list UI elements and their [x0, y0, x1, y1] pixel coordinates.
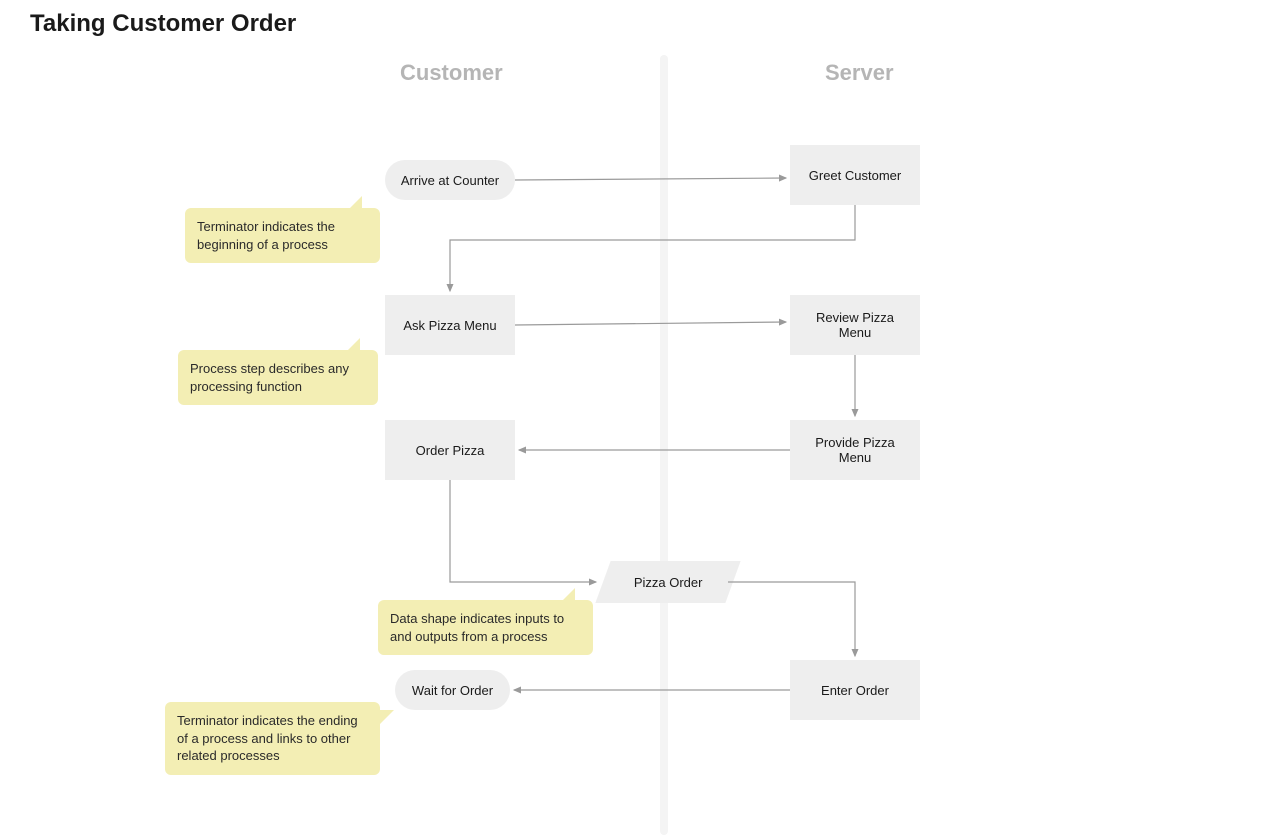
node-wait-order-label: Wait for Order — [412, 683, 493, 698]
callout-tail-icon — [344, 196, 362, 214]
callout-process-step-text: Process step describes any processing fu… — [190, 361, 349, 394]
callout-terminator-end-text: Terminator indicates the ending of a pro… — [177, 713, 358, 763]
node-arrive-label: Arrive at Counter — [401, 173, 499, 188]
callout-tail-icon — [557, 588, 575, 606]
node-review-menu-label: Review Pizza Menu — [800, 310, 910, 340]
callout-data-shape-text: Data shape indicates inputs to and outpu… — [390, 611, 564, 644]
node-greet-label: Greet Customer — [809, 168, 901, 183]
node-greet: Greet Customer — [790, 145, 920, 205]
node-pizza-order-data: Pizza Order — [595, 561, 740, 603]
node-provide-menu-label: Provide Pizza Menu — [800, 435, 910, 465]
node-enter-order-label: Enter Order — [821, 683, 889, 698]
node-order-pizza: Order Pizza — [385, 420, 515, 480]
callout-tail-icon — [342, 338, 360, 356]
node-wait-order-terminator: Wait for Order — [395, 670, 510, 710]
node-enter-order: Enter Order — [790, 660, 920, 720]
node-order-pizza-label: Order Pizza — [416, 443, 485, 458]
callout-process-step: Process step describes any processing fu… — [178, 350, 378, 405]
node-arrive-terminator: Arrive at Counter — [385, 160, 515, 200]
node-ask-menu: Ask Pizza Menu — [385, 295, 515, 355]
callout-data-shape: Data shape indicates inputs to and outpu… — [378, 600, 593, 655]
diagram-title: Taking Customer Order — [30, 10, 296, 38]
lane-header-server: Server — [825, 60, 894, 86]
callout-terminator-end: Terminator indicates the ending of a pro… — [165, 702, 380, 775]
lane-header-customer: Customer — [400, 60, 503, 86]
node-pizza-order-label: Pizza Order — [634, 575, 703, 590]
callout-tail-icon — [376, 710, 394, 728]
node-ask-menu-label: Ask Pizza Menu — [403, 318, 496, 333]
node-review-menu: Review Pizza Menu — [790, 295, 920, 355]
callout-terminator-begin: Terminator indicates the beginning of a … — [185, 208, 380, 263]
callout-terminator-begin-text: Terminator indicates the beginning of a … — [197, 219, 335, 252]
lane-divider — [660, 55, 668, 835]
node-provide-menu: Provide Pizza Menu — [790, 420, 920, 480]
